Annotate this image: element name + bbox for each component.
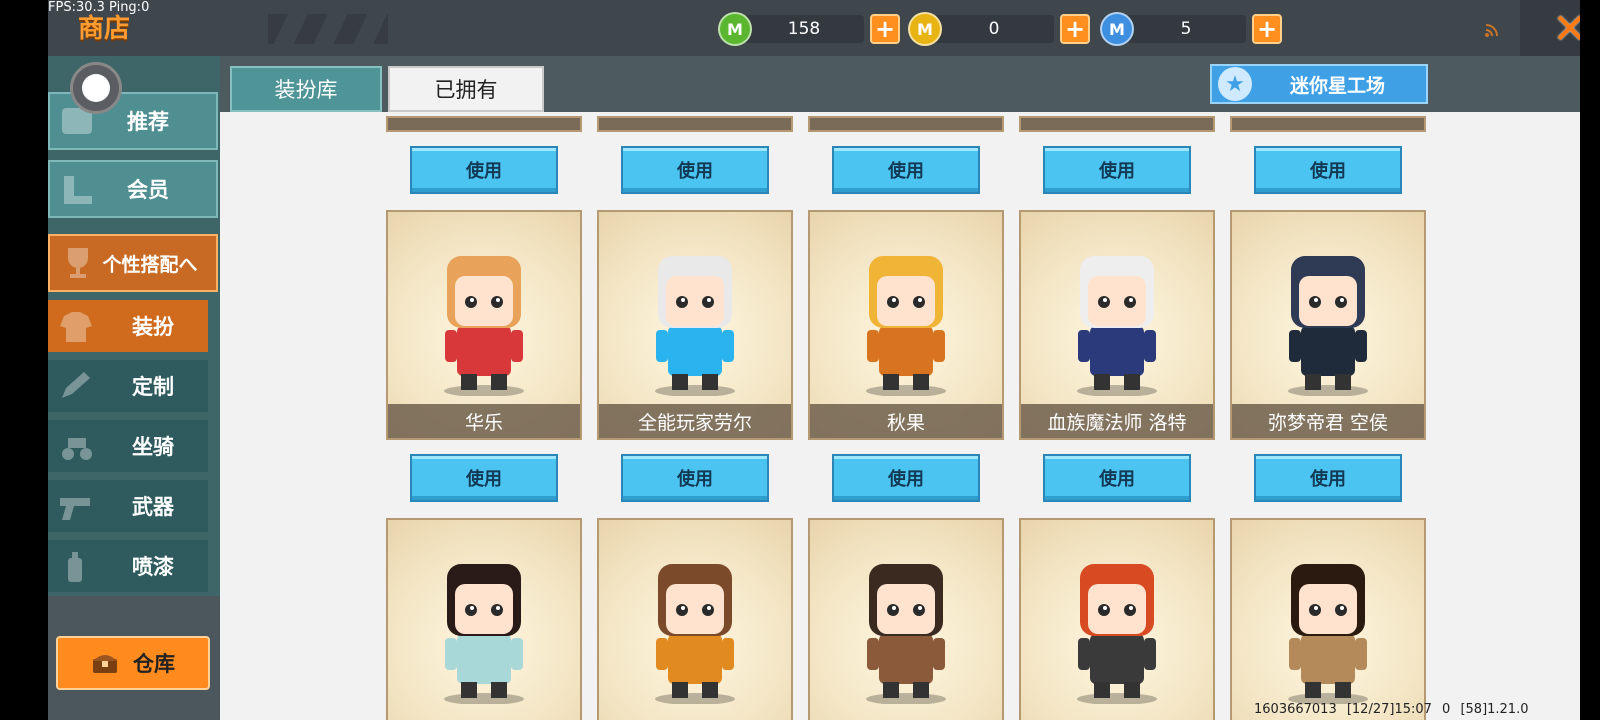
- sidebar-item-dressup[interactable]: 装扮: [48, 300, 208, 352]
- shirt-icon: [60, 312, 92, 342]
- character-figure-icon: [444, 564, 524, 704]
- decorative-stripes: [268, 14, 388, 44]
- mount-icon: [62, 438, 92, 460]
- card-partial-top: [1019, 116, 1215, 132]
- avatar-toggle-button[interactable]: [70, 62, 122, 114]
- gun-icon: [60, 498, 90, 520]
- outfit-card[interactable]: [386, 518, 582, 720]
- currency-blue-stars: M 5 +: [1100, 10, 1282, 48]
- add-gems-button[interactable]: +: [870, 14, 900, 44]
- warehouse-label: 仓库: [133, 652, 175, 676]
- outfit-name: 秋果: [810, 404, 1002, 438]
- build-info: 1603667013 [12/27]15:07 0 [58]1.21.0: [1254, 702, 1529, 717]
- use-button[interactable]: 使用: [1043, 146, 1191, 194]
- main-content: 装扮库 已拥有 ★ 迷你星工场 使用 使用 使用 使用 使用 华乐 使用 全能玩家劳尔 使用 秋果…: [220, 56, 1580, 720]
- outfit-card[interactable]: [1019, 518, 1215, 720]
- sidebar-item-outfit-group[interactable]: 个性搭配へ: [48, 234, 218, 292]
- outfit-grid: 使用 使用 使用 使用 使用 华乐 使用 全能玩家劳尔 使用 秋果 使用 血族魔法师 洛特 使用 弥梦帝君…: [220, 112, 1580, 720]
- outfit-card[interactable]: 秋果: [808, 210, 1004, 440]
- sidebar-item-label: 推荐: [127, 110, 169, 134]
- star-icon: ★: [1218, 67, 1252, 101]
- currency-value: 0: [934, 15, 1054, 43]
- character-figure-icon: [866, 256, 946, 396]
- outfit-card[interactable]: 弥梦帝君 空侯: [1230, 210, 1426, 440]
- green-m-gem-icon: M: [718, 12, 752, 46]
- sidebar-item-label: 个性搭配へ: [102, 253, 198, 276]
- sidebar-item-label: 武器: [132, 495, 174, 519]
- sidebar-item-label: 坐骑: [132, 435, 174, 459]
- character-figure-icon: [1288, 256, 1368, 396]
- sidebar-item-label: 喷漆: [132, 555, 174, 579]
- sidebar-item-vip[interactable]: 会员: [48, 160, 218, 218]
- signal-icon: [1485, 24, 1498, 37]
- sidebar-item-spray[interactable]: 喷漆: [48, 540, 208, 592]
- app-root: FPS:30.3 Ping:0 商店 M 158 + M 0 + M 5 + ✕…: [0, 0, 1600, 720]
- use-button[interactable]: 使用: [621, 146, 769, 194]
- chest-icon: [93, 655, 117, 673]
- outfit-card[interactable]: 全能玩家劳尔: [597, 210, 793, 440]
- star-workshop-button[interactable]: ★ 迷你星工场: [1210, 64, 1428, 104]
- outfit-name: 弥梦帝君 空侯: [1232, 404, 1424, 438]
- character-figure-icon: [655, 564, 735, 704]
- use-button[interactable]: 使用: [410, 454, 558, 502]
- right-black-edge: [1580, 0, 1600, 720]
- card-partial-top: [808, 116, 1004, 132]
- gold-m-coin-icon: M: [908, 12, 942, 46]
- add-stars-button[interactable]: +: [1252, 14, 1282, 44]
- outfit-card[interactable]: [597, 518, 793, 720]
- currency-green-gems: M 158 +: [718, 10, 900, 48]
- character-figure-icon: [1077, 564, 1157, 704]
- add-coins-button[interactable]: +: [1060, 14, 1090, 44]
- sidebar: 推荐 会员 个性搭配へ 装扮 定制 坐骑 武器 喷漆 仓库: [48, 56, 220, 720]
- character-figure-icon: [444, 256, 524, 396]
- sidebar-item-custom[interactable]: 定制: [48, 360, 208, 412]
- use-button[interactable]: 使用: [621, 454, 769, 502]
- character-figure-icon: [655, 256, 735, 396]
- outfit-name: 全能玩家劳尔: [599, 404, 791, 438]
- character-figure-icon: [1077, 256, 1157, 396]
- use-button[interactable]: 使用: [1254, 146, 1402, 194]
- vip-icon: [64, 176, 92, 204]
- pencil-icon: [62, 372, 90, 398]
- use-button[interactable]: 使用: [832, 146, 980, 194]
- star-workshop-label: 迷你星工场: [1290, 74, 1386, 97]
- currency-gold-coins: M 0 +: [908, 10, 1090, 48]
- sidebar-item-label: 装扮: [132, 315, 174, 339]
- character-figure-icon: [866, 564, 946, 704]
- currency-value: 158: [744, 15, 864, 43]
- use-button[interactable]: 使用: [832, 454, 980, 502]
- currency-value: 5: [1126, 15, 1246, 43]
- use-button[interactable]: 使用: [1043, 454, 1191, 502]
- outfit-name: 华乐: [388, 404, 580, 438]
- outfit-name: 血族魔法师 洛特: [1021, 404, 1213, 438]
- sidebar-item-label: 定制: [132, 375, 174, 399]
- outfit-card[interactable]: 血族魔法师 洛特: [1019, 210, 1215, 440]
- tab-owned[interactable]: 已拥有: [388, 66, 544, 112]
- outfit-card[interactable]: 华乐: [386, 210, 582, 440]
- card-partial-top: [386, 116, 582, 132]
- use-button[interactable]: 使用: [410, 146, 558, 194]
- warehouse-button[interactable]: 仓库: [56, 636, 210, 690]
- card-partial-top: [597, 116, 793, 132]
- use-button[interactable]: 使用: [1254, 454, 1402, 502]
- character-figure-icon: [1288, 564, 1368, 704]
- outfit-card[interactable]: [1230, 518, 1426, 720]
- tab-wardrobe[interactable]: 装扮库: [230, 66, 382, 112]
- blue-m-star-icon: M: [1100, 12, 1134, 46]
- circle-icon: [82, 74, 110, 102]
- sidebar-item-weapon[interactable]: 武器: [48, 480, 208, 532]
- card-partial-top: [1230, 116, 1426, 132]
- left-black-edge: [0, 0, 48, 720]
- fps-readout: FPS:30.3 Ping:0: [48, 0, 150, 15]
- trophy-icon: [68, 248, 88, 278]
- sidebar-item-label: 会员: [127, 178, 169, 202]
- outfit-card[interactable]: [808, 518, 1004, 720]
- sidebar-item-mount[interactable]: 坐骑: [48, 420, 208, 472]
- spray-can-icon: [68, 552, 82, 582]
